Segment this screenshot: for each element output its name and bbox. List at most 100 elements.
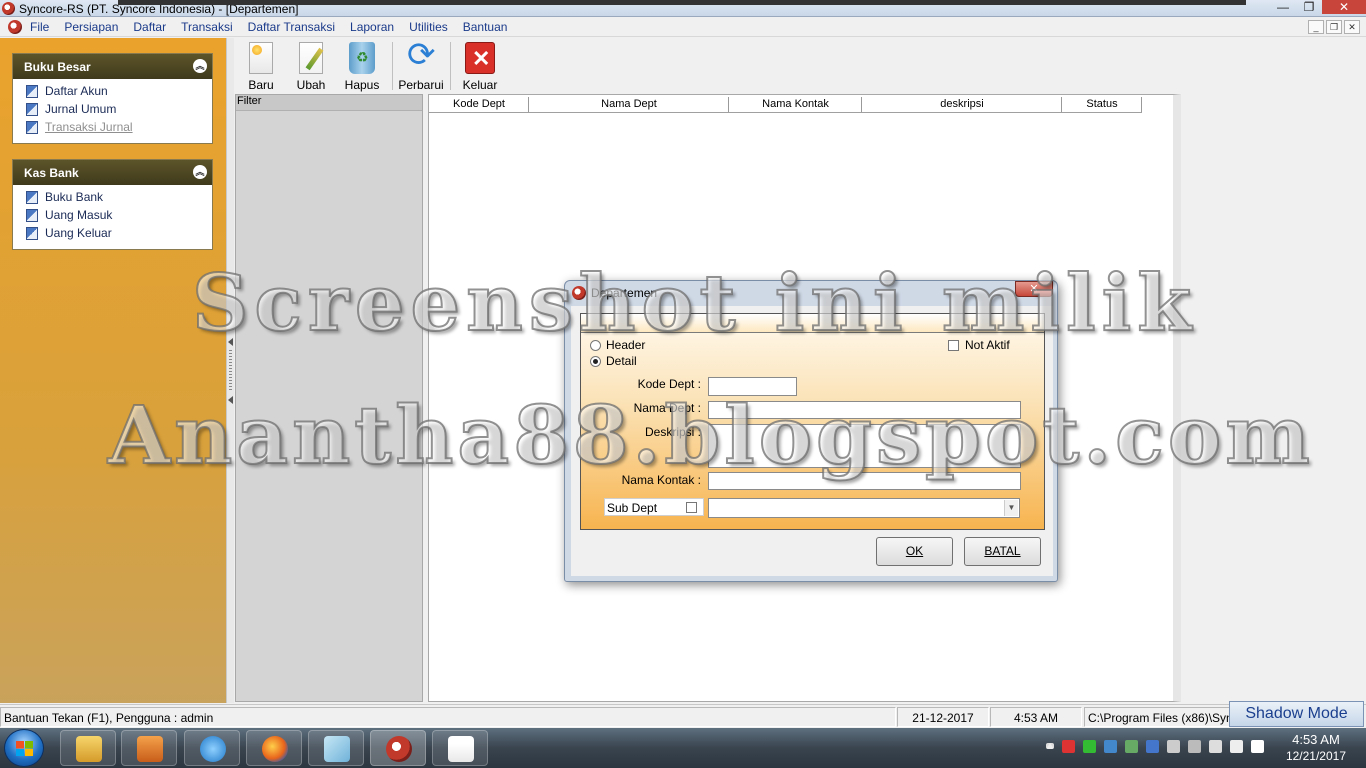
dialog-app-icon	[572, 286, 586, 300]
ok-button[interactable]: OK	[876, 537, 953, 566]
taskbar-firefox[interactable]	[246, 730, 302, 766]
menu-daftar-transaksi[interactable]: Daftar Transaksi	[248, 20, 335, 34]
nama-kontak-input[interactable]	[708, 472, 1021, 490]
column-nama-dept[interactable]: Nama Dept	[529, 97, 729, 112]
shield-icon[interactable]	[1125, 740, 1138, 753]
menu-transaksi[interactable]: Transaksi	[181, 20, 233, 34]
grip-handle[interactable]	[229, 350, 232, 392]
sub-dept-combobox[interactable]: ▼	[708, 498, 1020, 518]
edit-document-icon	[299, 42, 323, 74]
maximize-icon[interactable]: ❐	[1296, 0, 1322, 14]
flag-icon[interactable]	[1062, 740, 1075, 753]
menu-utilities[interactable]: Utilities	[409, 20, 448, 34]
show-hidden-icons-icon[interactable]	[1046, 743, 1054, 749]
taskbar-media-player[interactable]	[121, 730, 177, 766]
document-icon	[26, 226, 38, 240]
taskbar-notepad[interactable]	[308, 730, 364, 766]
hapus-button[interactable]: Hapus	[336, 42, 388, 92]
chevron-down-icon[interactable]: ▼	[1004, 500, 1018, 516]
deskripsi-label: Deskripsi :	[644, 425, 701, 439]
menu-daftar[interactable]: Daftar	[133, 20, 166, 34]
document-icon	[26, 208, 38, 222]
mdi-close-icon[interactable]: ✕	[1344, 20, 1360, 34]
kode-dept-label: Kode Dept :	[637, 377, 701, 391]
collapse-icon[interactable]: ︽	[193, 59, 207, 73]
sidebar-item-uang-masuk[interactable]: Uang Masuk	[13, 206, 212, 224]
mdi-minimize-icon[interactable]: _	[1308, 20, 1324, 34]
mdi-controls: _ ❐ ✕	[1306, 20, 1360, 34]
taskbar-calendar[interactable]	[432, 730, 488, 766]
sub-dept-checkbox[interactable]: Sub Dept	[604, 498, 704, 516]
dialog-close-icon[interactable]: ✕	[1015, 281, 1053, 297]
header-radio[interactable]: Header	[590, 338, 645, 352]
nama-dept-input[interactable]	[708, 401, 1021, 419]
window-titlebar: Syncore-RS (PT. Syncore Indonesia) - [De…	[0, 0, 1366, 17]
taskbar-syncore[interactable]	[370, 730, 426, 766]
panel-header[interactable]: Buku Besar ︽	[13, 54, 212, 79]
bluetooth-icon[interactable]	[1146, 740, 1159, 753]
sidebar-item-buku-bank[interactable]: Buku Bank	[13, 188, 212, 206]
shadow-mode-badge[interactable]: Shadow Mode	[1229, 701, 1364, 727]
baru-button[interactable]: Baru	[235, 42, 287, 92]
sidebar-item-daftar-akun[interactable]: Daftar Akun	[13, 82, 212, 100]
filter-label: Filter	[236, 95, 422, 111]
departemen-dialog: Departemen ✕ Header Detail Not Aktif Kod…	[564, 280, 1058, 582]
volume-icon[interactable]	[1230, 740, 1243, 753]
detail-radio[interactable]: Detail	[590, 354, 637, 368]
sub-dept-label: Sub Dept	[607, 501, 658, 515]
notepad-icon	[324, 736, 350, 762]
status-time: 4:53 AM	[990, 707, 1082, 727]
nama-kontak-label: Nama Kontak :	[621, 473, 701, 487]
sidebar-splitter[interactable]	[226, 38, 234, 703]
check-icon[interactable]	[1083, 740, 1096, 753]
minimize-icon[interactable]: —	[1270, 0, 1296, 14]
column-status[interactable]: Status	[1062, 97, 1142, 112]
mdi-restore-icon[interactable]: ❐	[1326, 20, 1342, 34]
battery-icon[interactable]	[1188, 740, 1201, 753]
perbarui-button[interactable]: Perbarui	[395, 38, 447, 92]
app-icon	[2, 2, 15, 15]
panel-title: Kas Bank	[24, 166, 79, 180]
skype-icon[interactable]	[1251, 740, 1264, 753]
syncore-icon	[386, 736, 412, 762]
checkbox-icon	[686, 502, 697, 513]
close-icon[interactable]: ✕	[1322, 0, 1366, 14]
panel-kas-bank: Kas Bank ︽ Buku Bank Uang Masuk Uang Kel…	[12, 159, 213, 250]
radio-off-icon	[590, 339, 601, 351]
panel-title: Buku Besar	[24, 60, 91, 74]
ubah-button[interactable]: Ubah	[285, 42, 337, 92]
column-deskripsi[interactable]: deskripsi	[862, 97, 1062, 112]
status-date: 21-12-2017	[897, 707, 989, 727]
toolbar-separator	[450, 42, 451, 90]
start-button[interactable]	[4, 729, 44, 767]
checkbox-icon	[948, 339, 959, 351]
sidebar-item-uang-keluar[interactable]: Uang Keluar	[13, 224, 212, 242]
batal-button[interactable]: BATAL	[964, 537, 1041, 566]
kode-dept-input[interactable]	[708, 377, 797, 396]
keluar-button[interactable]: Keluar	[454, 42, 506, 92]
sidebar: Buku Besar ︽ Daftar Akun Jurnal Umum Tra…	[0, 38, 227, 703]
network-app-icon[interactable]	[1104, 740, 1117, 753]
collapse-left-icon[interactable]	[228, 396, 233, 404]
sidebar-item-transaksi-jurnal[interactable]: Transaksi Jurnal	[13, 118, 212, 136]
document-icon	[26, 120, 38, 134]
taskbar-internet-explorer[interactable]	[184, 730, 240, 766]
not-aktif-checkbox[interactable]: Not Aktif	[948, 338, 1010, 352]
collapse-icon[interactable]: ︽	[193, 165, 207, 179]
menu-persiapan[interactable]: Persiapan	[64, 20, 118, 34]
menu-bantuan[interactable]: Bantuan	[463, 20, 508, 34]
collapse-left-icon[interactable]	[228, 338, 233, 346]
menu-laporan[interactable]: Laporan	[350, 20, 394, 34]
sidebar-item-jurnal-umum[interactable]: Jurnal Umum	[13, 100, 212, 118]
panel-header[interactable]: Kas Bank ︽	[13, 160, 212, 185]
column-nama-kontak[interactable]: Nama Kontak	[729, 97, 862, 112]
display-icon[interactable]	[1167, 740, 1180, 753]
taskbar-clock[interactable]: 4:53 AM 12/21/2017	[1286, 732, 1346, 764]
menu-file[interactable]: File	[30, 20, 49, 34]
taskbar-explorer[interactable]	[60, 730, 116, 766]
deskripsi-textarea[interactable]	[708, 424, 1021, 468]
app-menu-icon[interactable]	[8, 20, 22, 34]
signal-icon[interactable]	[1209, 740, 1222, 753]
column-kode-dept[interactable]: Kode Dept	[429, 97, 529, 112]
recycle-bin-icon	[349, 42, 375, 74]
